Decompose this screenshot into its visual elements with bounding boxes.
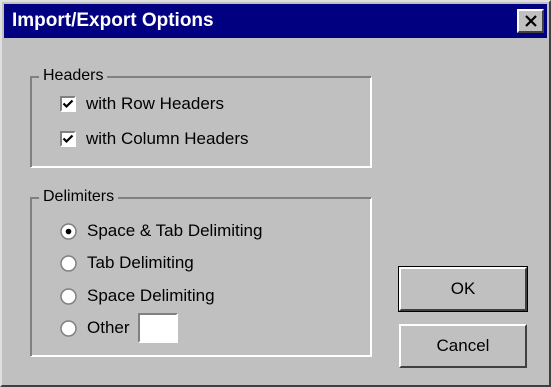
column-headers-label: with Column Headers (86, 129, 249, 148)
radio-empty-icon (60, 254, 77, 272)
radio-empty-icon (60, 319, 77, 337)
headers-group: Headers (30, 65, 372, 168)
other-radio[interactable] (60, 319, 77, 337)
headers-group-label: Headers (39, 65, 108, 87)
close-button[interactable] (517, 9, 544, 33)
title-bar: Import/Export Options (4, 4, 547, 38)
column-headers-checkbox[interactable] (60, 131, 76, 147)
space-radio[interactable] (60, 287, 77, 305)
row-headers-checkbox-row[interactable]: with Row Headers (60, 94, 224, 114)
ok-button[interactable]: OK (398, 266, 528, 312)
tab-label: Tab Delimiting (87, 253, 194, 272)
space-label: Space Delimiting (87, 286, 215, 305)
checkmark-icon (62, 99, 74, 109)
space-tab-label: Space & Tab Delimiting (87, 221, 263, 240)
column-headers-checkbox-row[interactable]: with Column Headers (60, 129, 249, 149)
row-headers-checkbox[interactable] (60, 96, 76, 112)
tab-radio-row[interactable]: Tab Delimiting (60, 253, 194, 273)
close-x-icon (524, 15, 537, 27)
space-radio-row[interactable]: Space Delimiting (60, 286, 215, 306)
other-label: Other (87, 318, 130, 337)
space-tab-radio[interactable] (60, 222, 77, 240)
other-delimiter-input[interactable] (137, 313, 178, 343)
radio-selected-icon (60, 222, 77, 240)
checkmark-icon (62, 134, 74, 144)
cancel-button[interactable]: Cancel (399, 324, 527, 368)
delimiters-group-label: Delimiters (39, 186, 119, 208)
radio-empty-icon (60, 287, 77, 305)
tab-radio[interactable] (60, 254, 77, 272)
import-export-dialog: Import/Export Options Headers with Row H… (0, 0, 551, 387)
other-radio-row[interactable]: Other (60, 313, 178, 343)
space-tab-radio-row[interactable]: Space & Tab Delimiting (60, 221, 262, 241)
window-title: Import/Export Options (12, 10, 214, 31)
row-headers-label: with Row Headers (86, 94, 224, 113)
